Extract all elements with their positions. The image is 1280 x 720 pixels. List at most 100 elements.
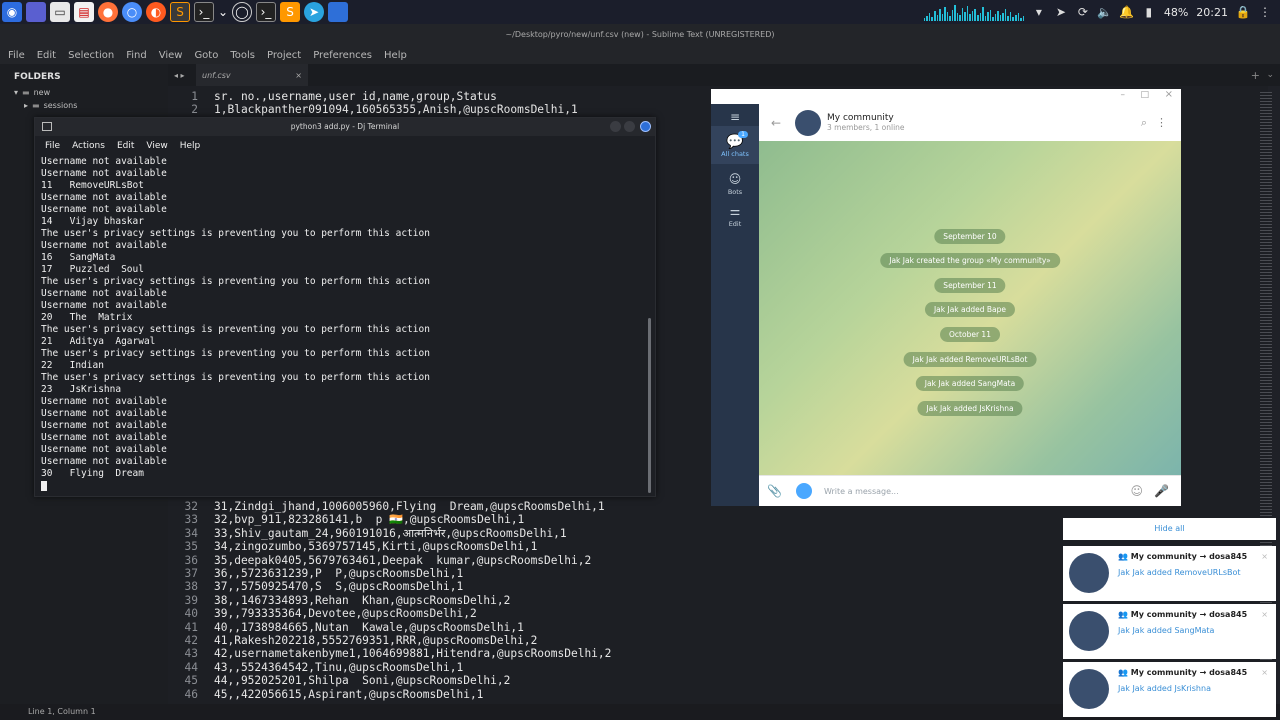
telegram-icon[interactable]: ➤ (304, 2, 324, 22)
more-vert-icon[interactable]: ⋮ (1156, 116, 1167, 129)
audio-bar (926, 16, 928, 21)
line-number: 43 (184, 647, 198, 661)
new-tab-icon[interactable]: + (1251, 69, 1260, 82)
terminal-menu-view[interactable]: View (146, 141, 167, 151)
line-text: 39,,793335364,Devotee,@upscRoomsDelhi,2 (214, 607, 477, 621)
menu-item-project[interactable]: Project (267, 50, 301, 61)
nav-bots[interactable]: ☺ Bots (711, 164, 759, 196)
service-message: Jak Jak added JsKrishna (917, 401, 1023, 416)
tree-folder-new[interactable]: ▾ ▬ new (0, 86, 168, 99)
telegram-tray-icon[interactable]: ➤ (1054, 5, 1068, 19)
sublime2-icon[interactable]: S (280, 2, 300, 22)
chromium-icon[interactable]: ○ (122, 2, 142, 22)
menu-item-goto[interactable]: Goto (194, 50, 218, 61)
terminal-output[interactable]: Username not available Username not avail… (35, 154, 655, 492)
files-icon[interactable]: ▭ (50, 2, 70, 22)
notification-card[interactable]: 👥 My community → dosa845 Jak Jak added Re… (1063, 546, 1276, 601)
chat-title[interactable]: My community (827, 113, 905, 123)
folder-icon[interactable] (328, 2, 348, 22)
chat-area[interactable]: September 10 Jak Jak created the group «M… (759, 141, 1181, 475)
menu-item-help[interactable]: Help (384, 50, 407, 61)
terminal2-icon[interactable]: ›_ (256, 2, 276, 22)
maximize-button[interactable] (624, 121, 635, 132)
emoji-icon[interactable]: ☺ (1130, 484, 1143, 498)
maximize-button[interactable]: □ (1140, 90, 1149, 100)
sync-icon[interactable]: ⟳ (1076, 5, 1090, 19)
notification-title: 👥 My community → dosa845 (1118, 668, 1248, 677)
close-icon[interactable]: × (295, 71, 302, 80)
menu-item-file[interactable]: File (8, 50, 25, 61)
line-number: 34 (184, 526, 198, 540)
notification-card[interactable]: 👥 My community → dosa845 Jak Jak added Js… (1063, 662, 1276, 717)
terminal-line: Username not available (41, 444, 167, 455)
menu-item-preferences[interactable]: Preferences (313, 50, 372, 61)
terminal-menubar: File Actions Edit View Help (35, 138, 655, 154)
terminal-menu-actions[interactable]: Actions (72, 141, 105, 151)
tab-list-icon[interactable]: ⌄ (1266, 70, 1274, 80)
volume-icon[interactable]: 🔈 (1097, 5, 1112, 19)
menu-item-find[interactable]: Find (126, 50, 147, 61)
terminal-line: Username not available (41, 288, 167, 299)
microphone-icon[interactable]: 🎤 (1154, 484, 1169, 498)
tree-folder-sessions[interactable]: ▸ ▬ sessions (0, 99, 168, 112)
terminal-line: The user's privacy settings is preventin… (41, 228, 430, 239)
attach-icon[interactable]: 📎 (767, 484, 782, 498)
terminal-menu-help[interactable]: Help (180, 141, 201, 151)
menu-button[interactable]: ≡ (711, 104, 759, 124)
nav-all-chats[interactable]: 💬 1 All chats (711, 126, 759, 164)
close-icon[interactable]: × (1261, 610, 1268, 619)
lock-icon[interactable]: 🔒 (1236, 5, 1251, 19)
terminal-menu-edit[interactable]: Edit (117, 141, 134, 151)
hide-all-button[interactable]: Hide all (1063, 518, 1276, 540)
message-composer: 📎 Write a message... ☺ 🎤 (759, 475, 1181, 506)
tree-label: sessions (43, 101, 78, 110)
close-button[interactable]: × (1165, 89, 1173, 100)
minimize-button[interactable]: – (1121, 90, 1126, 100)
tab-unf-csv[interactable]: unf.csv × (196, 64, 308, 86)
audio-bar (936, 15, 939, 21)
audio-bar (944, 7, 946, 21)
terminal-icon[interactable]: ›_ (194, 2, 214, 22)
terminal-line: Username not available (41, 204, 167, 215)
terminal-menu-file[interactable]: File (45, 141, 60, 151)
avatar[interactable] (795, 109, 821, 136)
browser-icon[interactable]: ◐ (146, 2, 166, 22)
workspace-icon[interactable] (26, 2, 46, 22)
notification-bell-icon[interactable]: 🔔 (1119, 5, 1134, 19)
github-icon[interactable]: ◯ (232, 2, 252, 22)
terminal-line: 16 SangMata (41, 252, 116, 263)
audio-bar (939, 9, 941, 21)
close-icon[interactable]: × (1261, 552, 1268, 561)
firefox-icon[interactable]: ● (98, 2, 118, 22)
bot-commands-icon[interactable] (795, 483, 812, 499)
terminal-scrollbar[interactable] (648, 318, 651, 493)
start-icon[interactable]: ◉ (2, 2, 22, 22)
sublime-icon[interactable]: S (170, 2, 190, 22)
close-button[interactable] (640, 121, 651, 132)
minimize-button[interactable] (610, 121, 621, 132)
menu-item-tools[interactable]: Tools (230, 50, 255, 61)
audio-bar (977, 15, 979, 21)
notification-card[interactable]: 👥 My community → dosa845 Jak Jak added Sa… (1063, 604, 1276, 659)
editor-line: 44 43,,5524364542,Tinu,@upscRoomsDelhi,1 (168, 661, 464, 674)
close-icon[interactable]: × (1261, 668, 1268, 677)
terminal-line: Username not available (41, 240, 167, 251)
back-arrow-icon[interactable]: ← (771, 116, 781, 130)
terminal-line: Username not available (41, 168, 167, 179)
search-icon[interactable]: ⌕ (1141, 116, 1147, 130)
nav-edit[interactable]: ⚌ Edit (711, 196, 759, 228)
app-launcher-chevron-icon[interactable]: ⌄ (218, 2, 228, 22)
line-number: 45 (184, 674, 198, 688)
message-input[interactable]: Write a message... (824, 487, 899, 496)
menu-item-view[interactable]: View (159, 50, 183, 61)
clock[interactable]: 20:21 (1196, 6, 1228, 19)
line-number: 32 (184, 500, 198, 513)
tab-nav-arrows-icon[interactable]: ◂ ▸ (174, 71, 185, 80)
audio-bar (992, 17, 994, 21)
document-icon[interactable]: ▤ (74, 2, 94, 22)
audio-bar (964, 12, 966, 21)
menu-icon[interactable]: ⋮ (1258, 5, 1272, 19)
menu-item-selection[interactable]: Selection (68, 50, 114, 61)
wifi-icon[interactable]: ▾ (1032, 5, 1046, 19)
menu-item-edit[interactable]: Edit (37, 50, 56, 61)
